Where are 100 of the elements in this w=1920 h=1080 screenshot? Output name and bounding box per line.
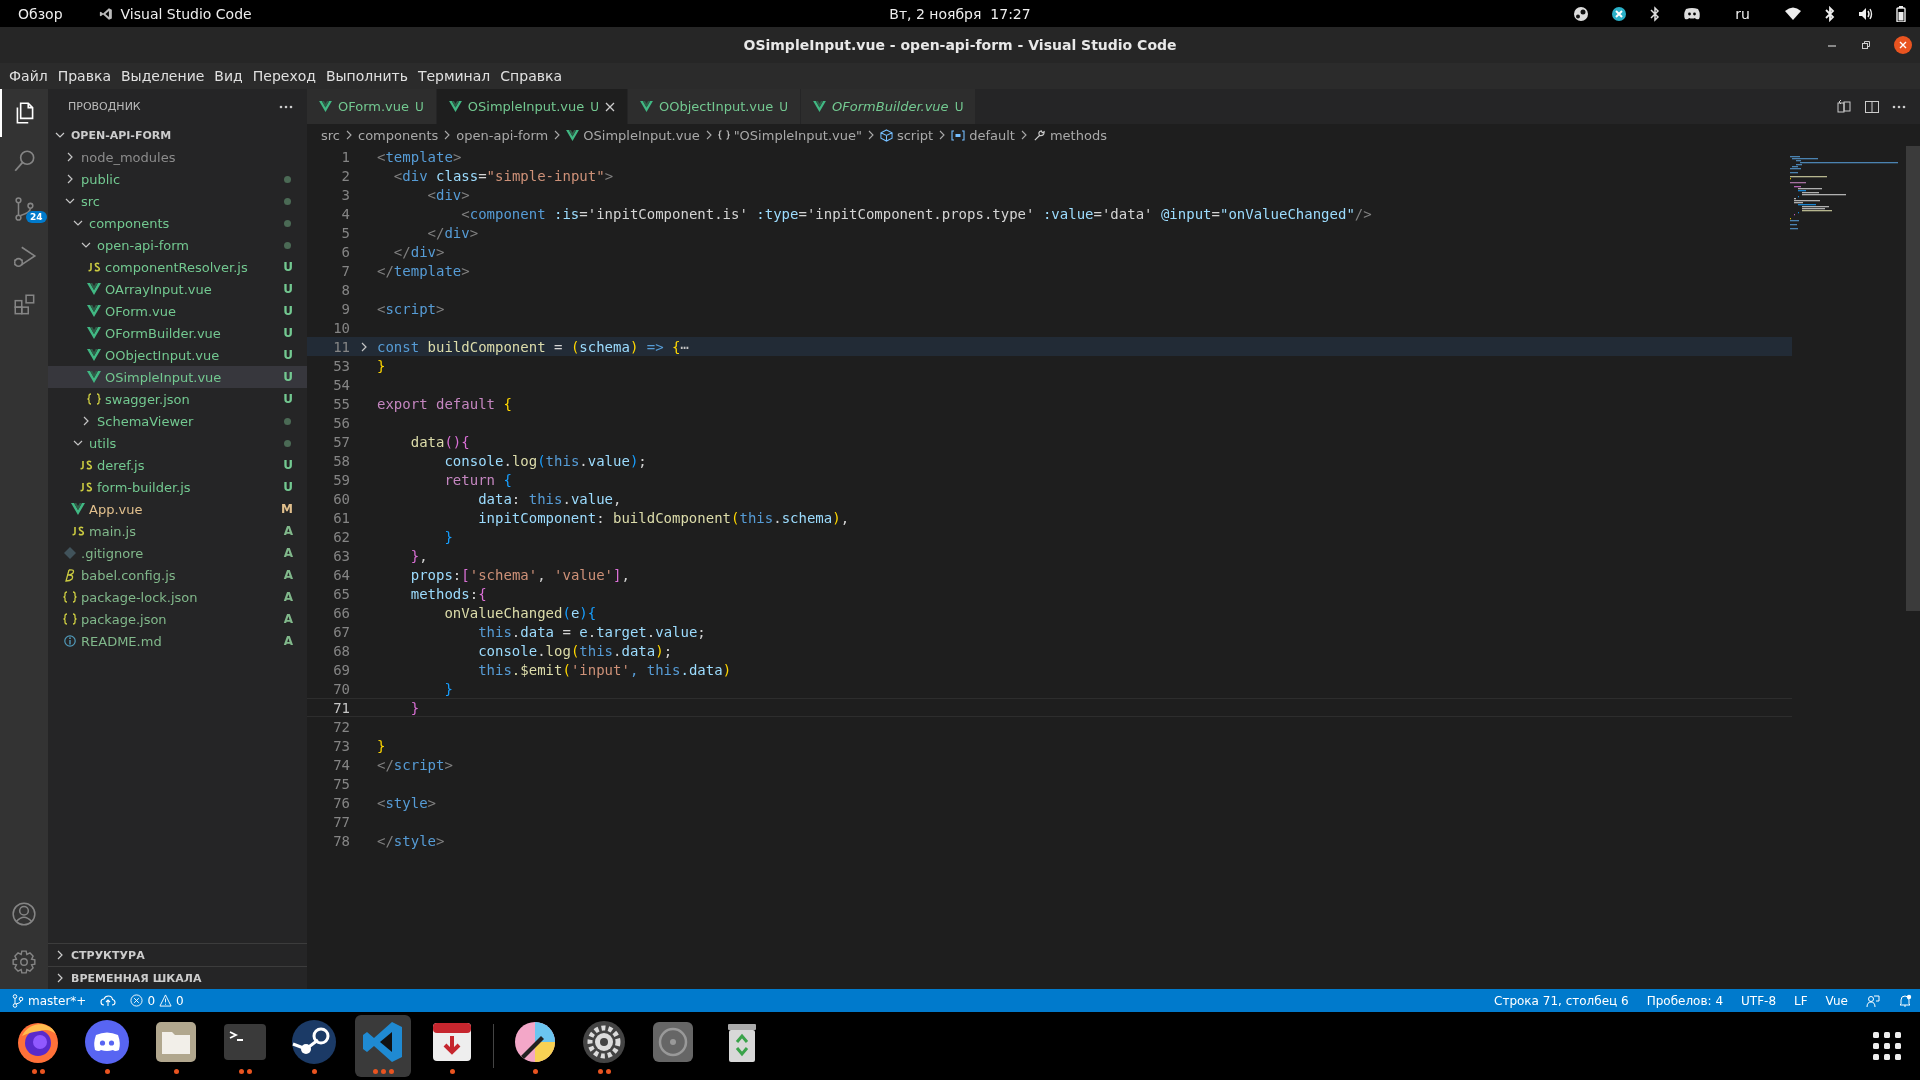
file-item[interactable]: form-builder.js U: [48, 476, 307, 498]
editor-tab[interactable]: OObjectInput.vue U: [628, 89, 802, 124]
keyboard-layout[interactable]: ru: [1735, 5, 1750, 22]
breadcrumb-item[interactable]: open-api-form: [456, 127, 549, 143]
menu-item[interactable]: Вид: [209, 68, 248, 84]
count-badge: 24: [26, 211, 47, 223]
file-item[interactable]: main.js A: [48, 520, 307, 542]
app-grid-icon[interactable]: [1872, 1031, 1902, 1061]
menu-item[interactable]: Справка: [495, 68, 567, 84]
file-item[interactable]: componentResolver.js U: [48, 256, 307, 278]
app-name[interactable]: Visual Studio Code: [120, 5, 252, 22]
breadcrumb-item[interactable]: OSimpleInput.vue: [566, 127, 700, 143]
code-line: onValueChanged(e){: [443, 604, 597, 621]
scrollbar[interactable]: [1906, 146, 1920, 611]
discord-tray-icon[interactable]: [1683, 6, 1702, 21]
git-status-letter: U: [283, 480, 293, 494]
file-item[interactable]: OFormBuilder.vue U: [48, 322, 307, 344]
editor-tab[interactable]: OFormBuilder.vue U: [801, 89, 977, 124]
split-editor-icon[interactable]: [1864, 98, 1880, 115]
menu-item[interactable]: Правка: [52, 68, 116, 84]
file-item[interactable]: OSimpleInput.vue U: [48, 366, 307, 388]
line-number: 1: [340, 148, 350, 165]
panel-title: ПРОВОДНИК: [68, 100, 141, 113]
file-name: componentResolver.js: [105, 259, 249, 275]
clock[interactable]: Вт, 2 ноября 17:27: [889, 5, 1031, 22]
editor-tab[interactable]: OSimpleInput.vue U: [436, 89, 628, 124]
file-item[interactable]: swagger.json U: [48, 388, 307, 410]
more-icon[interactable]: [1892, 104, 1906, 109]
file-item[interactable]: OForm.vue U: [48, 300, 307, 322]
editor-tab[interactable]: OForm.vue U: [307, 89, 437, 124]
activity-button[interactable]: 24: [0, 185, 48, 233]
folder-item[interactable]: src: [48, 190, 307, 212]
breadcrumb-item[interactable]: src: [321, 127, 340, 143]
breadcrumb-item[interactable]: "OSimpleInput.vue": [717, 127, 862, 143]
volume-icon[interactable]: [1858, 6, 1874, 21]
menu-item[interactable]: Терминал: [412, 68, 496, 84]
battery-icon[interactable]: [1896, 5, 1906, 22]
status-item[interactable]: Vue: [1825, 993, 1848, 1008]
file-item[interactable]: package-lock.json A: [48, 586, 307, 608]
line-number: 77: [332, 813, 350, 830]
git-status-letter: U: [415, 99, 424, 114]
braces-icon: [63, 591, 77, 603]
close-icon[interactable]: [1894, 36, 1912, 54]
menu-item[interactable]: Выполнить: [320, 68, 413, 84]
file-item[interactable]: README.md A: [48, 630, 307, 652]
menu-item[interactable]: Файл: [4, 68, 53, 84]
bluetooth-tray-icon[interactable]: [1649, 5, 1662, 22]
file-item[interactable]: babel.config.js A: [48, 564, 307, 586]
branch-indicator[interactable]: master*+: [12, 993, 87, 1008]
tab-label: OSimpleInput.vue: [467, 99, 585, 114]
sync-icon[interactable]: [100, 994, 117, 1007]
code-line: }: [409, 699, 420, 716]
folder-item[interactable]: utils: [48, 432, 307, 454]
update-tray-icon[interactable]: [1611, 5, 1628, 22]
folder-item[interactable]: SchemaViewer: [48, 410, 307, 432]
account-icon[interactable]: [11, 901, 37, 927]
tab-label: OObjectInput.vue: [659, 99, 774, 114]
breadcrumb-item[interactable]: default: [951, 127, 1015, 143]
activities-button[interactable]: Обзор: [18, 5, 63, 22]
problems-indicator[interactable]: 0 0: [130, 993, 184, 1008]
menu-item[interactable]: Выделение: [115, 68, 210, 84]
file-item[interactable]: deref.js U: [48, 454, 307, 476]
breadcrumb-item[interactable]: script: [879, 127, 934, 143]
close-icon[interactable]: [605, 101, 615, 112]
menu-item[interactable]: Переход: [247, 68, 321, 84]
vue-file-icon: [566, 129, 580, 141]
folder-root[interactable]: OPEN-API-FORM: [48, 124, 307, 146]
status-item[interactable]: UTF-8: [1741, 993, 1776, 1008]
feedback-icon[interactable]: [1866, 993, 1880, 1008]
status-item[interactable]: LF: [1794, 993, 1808, 1008]
status-item[interactable]: Пробелов: 4: [1646, 993, 1724, 1008]
file-item[interactable]: OArrayInput.vue U: [48, 278, 307, 300]
compare-icon[interactable]: [1836, 98, 1852, 115]
file-item[interactable]: App.vue M: [48, 498, 307, 520]
folder-item[interactable]: open-api-form: [48, 234, 307, 256]
status-item[interactable]: Строка 71, столбец 6: [1494, 993, 1629, 1008]
wifi-icon[interactable]: [1784, 6, 1802, 21]
breadcrumb-item[interactable]: methods: [1032, 127, 1107, 143]
bluetooth-icon[interactable]: [1824, 5, 1836, 22]
file-item[interactable]: .gitignore A: [48, 542, 307, 564]
steam-tray-icon[interactable]: [1573, 5, 1590, 22]
file-name: node_modules: [81, 149, 177, 165]
more-icon[interactable]: [279, 104, 293, 109]
breadcrumb-item[interactable]: components: [358, 127, 439, 143]
code-line: }: [377, 357, 386, 374]
section-header[interactable]: СТРУКТУРА: [48, 943, 307, 966]
folder-item[interactable]: public: [48, 168, 307, 190]
bell-icon[interactable]: [1898, 993, 1912, 1008]
folder-item[interactable]: components: [48, 212, 307, 234]
git-status-letter: A: [283, 546, 293, 560]
code-line: </template>: [377, 262, 470, 279]
settings-icon[interactable]: [11, 949, 37, 975]
line-number: 65: [332, 585, 350, 602]
folder-item[interactable]: node_modules: [48, 146, 307, 168]
line-number: 9: [340, 300, 350, 317]
code-line: <style>: [377, 794, 437, 811]
restore-icon[interactable]: [1860, 39, 1872, 51]
code-line: <div class="simple-input">: [392, 167, 614, 184]
file-item[interactable]: package.json A: [48, 608, 307, 630]
file-item[interactable]: OObjectInput.vue U: [48, 344, 307, 366]
